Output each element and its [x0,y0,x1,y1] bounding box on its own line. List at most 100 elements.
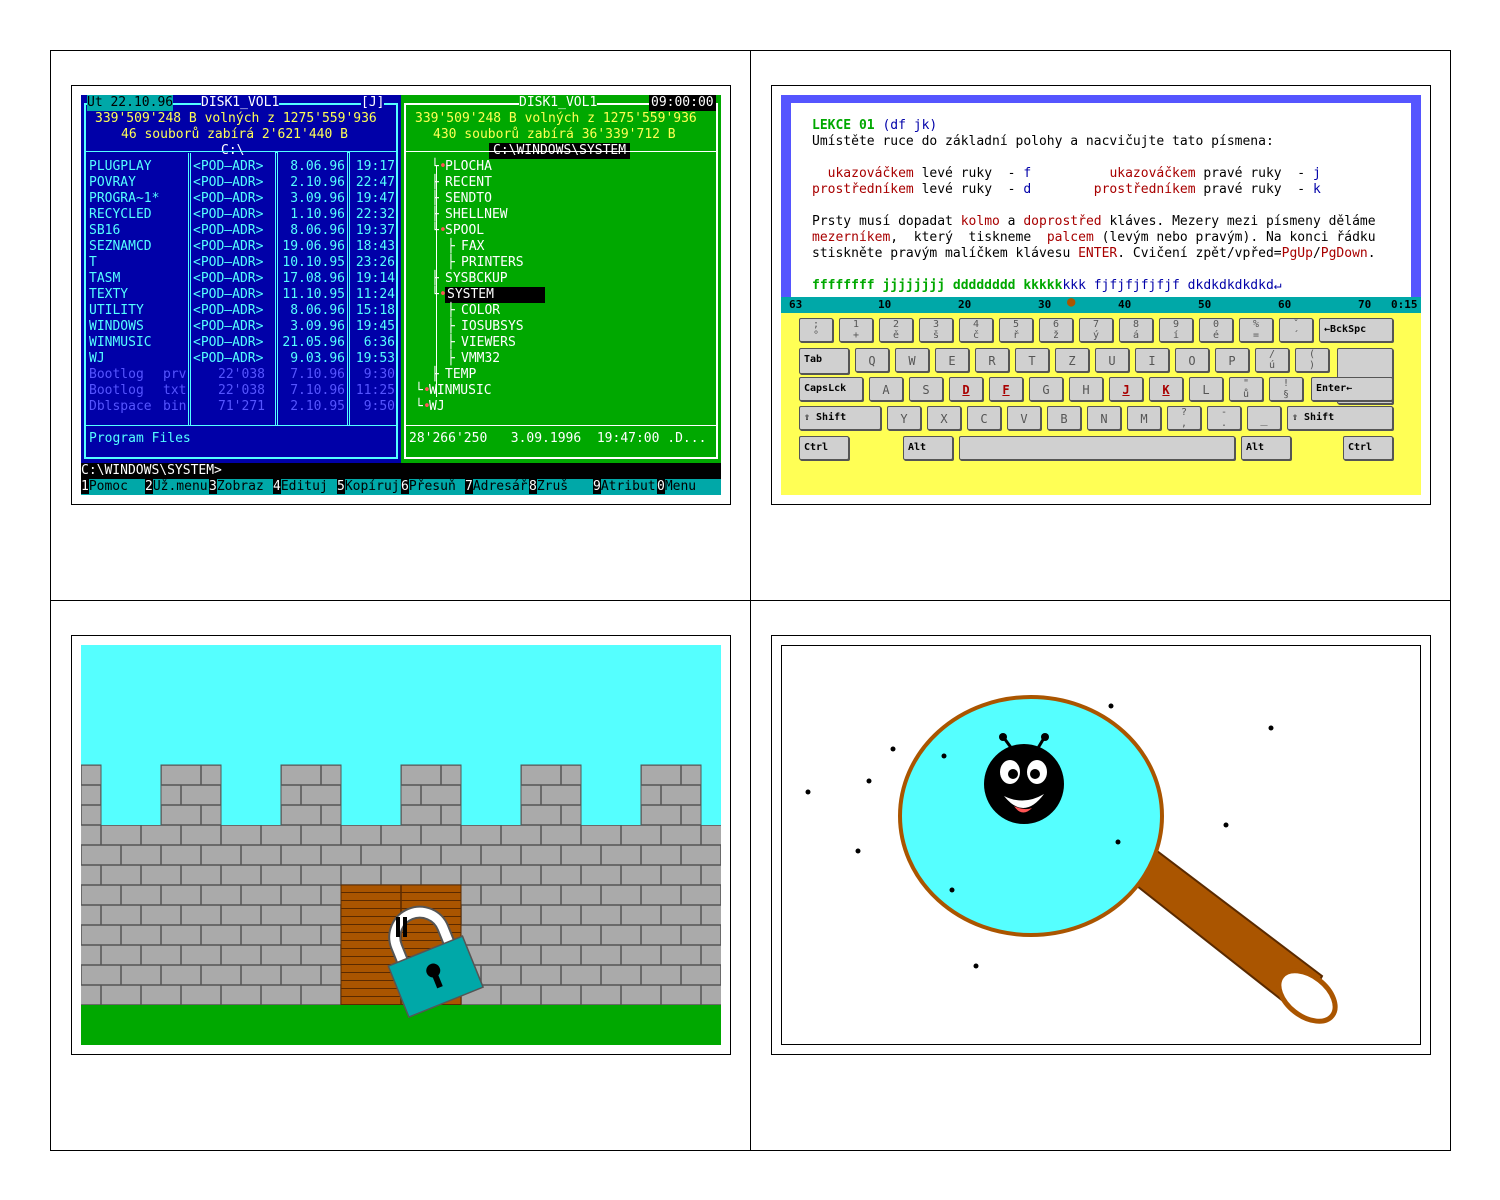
key-![interactable]: ! § [1269,377,1303,401]
tree-item[interactable]: SYSTEM [445,287,545,303]
key-label: D [962,383,970,397]
left-file-panel[interactable]: Út 22.10.96 DISK1_VOL1 [J] 339'509'248 B… [81,95,401,463]
fkey-2[interactable]: 2Už.menu [145,479,209,495]
key-L[interactable]: L [1189,377,1223,401]
key-K[interactable]: K [1149,377,1183,401]
drill-line[interactable]: ffffffff jjjjjjjj dddddddd kkkkkkkk fjfj… [812,278,1391,294]
left-hand-text-2: levé ruky - [913,182,1024,197]
key-([interactable]: () [1295,348,1329,372]
key-C[interactable]: C [967,406,1001,430]
backspace-key[interactable]: ←BckSpc [1319,318,1393,342]
key-Y[interactable]: Y [887,406,921,430]
key--[interactable]: -. [1207,406,1241,430]
tree-item[interactable]: SHELLNEW [445,207,508,223]
key-T[interactable]: T [1015,348,1049,372]
key-P[interactable]: P [1215,348,1249,372]
key-F[interactable]: F [989,377,1023,401]
enter-key[interactable]: Enter← [1311,377,1393,401]
key-label: Q [868,354,876,368]
key-R[interactable]: R [975,348,1009,372]
fkey-9[interactable]: 9Atribut [593,479,657,495]
key-1[interactable]: 1 + [839,318,873,342]
tree-item[interactable]: SPOOL [445,223,484,239]
left-alt-key[interactable]: Alt [903,436,953,460]
tree-item[interactable]: IOSUBSYS [461,319,524,335]
tree-item[interactable]: VIEWERS [461,335,516,351]
fkey-0[interactable]: 0Menu [657,479,721,495]
key-?[interactable]: ?, [1167,406,1201,430]
key-N[interactable]: N [1087,406,1121,430]
tree-connector: ├ [431,271,439,286]
right-ctrl-key[interactable]: Ctrl [1343,436,1393,460]
key-"[interactable]: " ů [1229,377,1263,401]
right-tree-panel[interactable]: DISK1_VOL1 09:00:00 339'509'248 B volnýc… [401,95,721,463]
key-O[interactable]: O [1175,348,1209,372]
key-10[interactable]: 0é [1199,318,1233,342]
key-2[interactable]: 2ě [879,318,913,342]
key-B[interactable]: B [1047,406,1081,430]
key-H[interactable]: H [1069,377,1103,401]
key-M[interactable]: M [1127,406,1161,430]
fkey-3[interactable]: 3Zobraz [209,479,273,495]
key-3[interactable]: 3š [919,318,953,342]
file-name: T [89,255,97,270]
key-E[interactable]: E [935,348,969,372]
tree-item[interactable]: PLOCHA [445,159,492,175]
key-S[interactable]: S [909,377,943,401]
right-alt-key[interactable]: Alt [1241,436,1291,460]
key-A[interactable]: A [869,377,903,401]
fkey-6[interactable]: 6Přesuň [401,479,465,495]
key-W[interactable]: W [895,348,929,372]
key-I[interactable]: I [1135,348,1169,372]
spacebar[interactable] [959,436,1235,460]
tree-item[interactable]: WINMUSIC [429,383,492,399]
fkey-4[interactable]: 4Edituj [273,479,337,495]
key-/[interactable]: / ú [1255,348,1289,372]
key-9[interactable]: 9í [1159,318,1193,342]
fkey-7[interactable]: 7Adresář [465,479,529,495]
key-X[interactable]: X [927,406,961,430]
key-G[interactable]: G [1029,377,1063,401]
capslock-key[interactable]: CapsLck [799,377,863,401]
key-U[interactable]: U [1095,348,1129,372]
key-4[interactable]: 4č [959,318,993,342]
tree-item[interactable]: SYSBCKUP [445,271,508,287]
key-8[interactable]: 8á [1119,318,1153,342]
tree-item[interactable]: VMM32 [461,351,500,367]
right-shift-key[interactable]: ⇧ Shift [1287,406,1393,430]
key-6[interactable]: 6ž [1039,318,1073,342]
key-sublabel: ú [1268,360,1276,371]
key-Q[interactable]: Q [855,348,889,372]
p2c: palcem [1046,230,1094,245]
fkey-8[interactable]: 8Zruš [529,479,593,495]
file-date: 3.09.96 [290,191,345,206]
command-prompt[interactable]: C:\WINDOWS\SYSTEM> [81,463,721,479]
fkey-label: Zruš [536,479,569,494]
key-0[interactable]: ; ° [799,318,833,342]
key-7[interactable]: 7ý [1079,318,1113,342]
left-ctrl-key[interactable]: Ctrl [799,436,849,460]
tree-item[interactable]: FAX [461,239,484,255]
key-Z[interactable]: Z [1055,348,1089,372]
left-shift-key[interactable]: ⇧ Shift [799,406,881,430]
tree-item[interactable]: RECENT [445,175,492,191]
key-label: / [1268,349,1276,360]
file-date: 1.10.96 [290,207,345,222]
tree-item[interactable]: SENDTO [445,191,492,207]
key-_[interactable]: _ [1247,406,1281,430]
key-D[interactable]: D [949,377,983,401]
tree-item[interactable]: TEMP [445,367,476,383]
file-date: 19.06.96 [282,239,345,254]
tree-item[interactable]: COLOR [461,303,500,319]
tree-item[interactable]: WJ [429,399,445,415]
fkey-1[interactable]: 1Pomoc [81,479,145,495]
key-V[interactable]: V [1007,406,1041,430]
key-11[interactable]: % = [1239,318,1273,342]
tree-item[interactable]: PRINTERS [461,255,524,271]
p2d: (levým nebo pravým). Na konci řádku [1093,230,1376,245]
key-5[interactable]: 5ř [999,318,1033,342]
key-12[interactable]: ˇ ´ [1279,318,1313,342]
fkey-5[interactable]: 5Kopíruj [337,479,401,495]
tab-key[interactable]: Tab [799,348,849,374]
key-J[interactable]: J [1109,377,1143,401]
